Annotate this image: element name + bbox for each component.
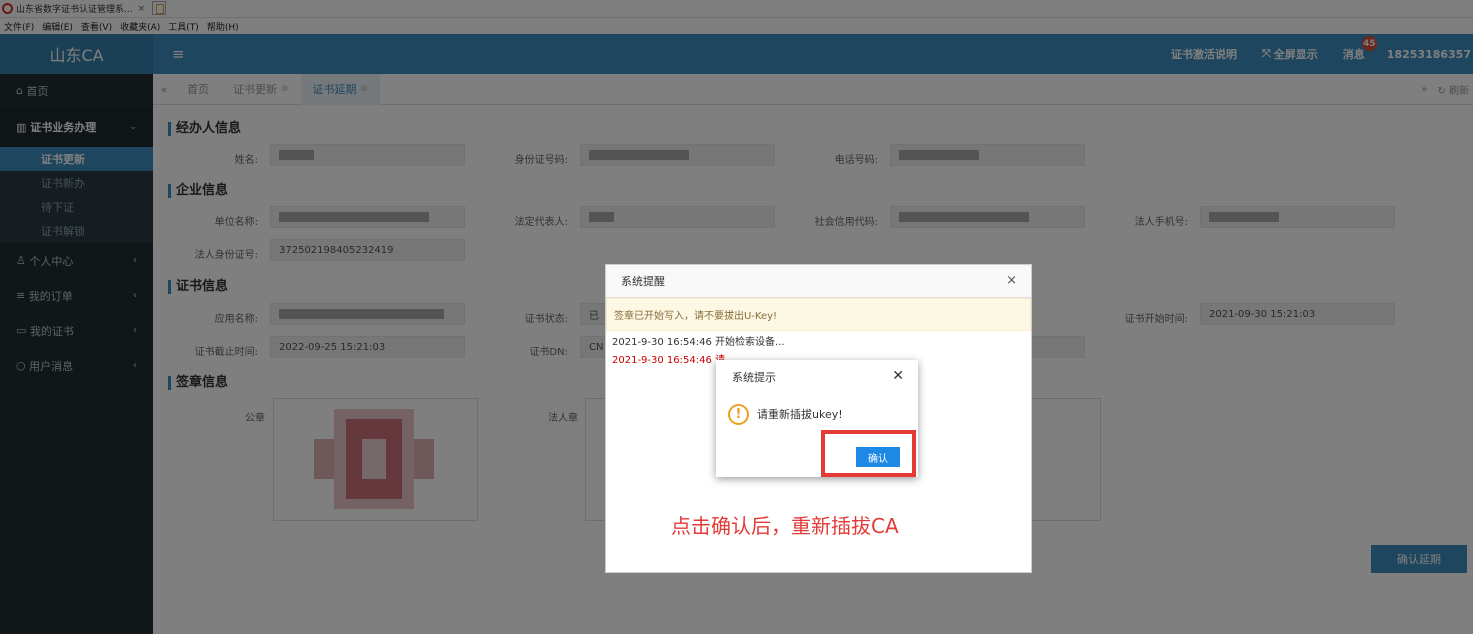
warning-icon: ! — [728, 403, 749, 425]
highlight-box — [821, 430, 916, 477]
dialog-title: 系统提示 — [732, 371, 776, 384]
dialog-message: 请重新插拔ukey! — [757, 408, 843, 421]
annotation-note: 点击确认后，重新插拔CA — [671, 514, 899, 538]
close-icon[interactable]: ✕ — [892, 368, 904, 384]
modal-warning-alert: 签章已开始写入，请不要拔出U-Key! — [606, 298, 1031, 331]
modal-header: 系统提醒 × — [606, 265, 1031, 298]
modal-title: 系统提醒 — [621, 275, 665, 288]
dialog-body: ! 请重新插拔ukey! — [716, 394, 918, 434]
close-icon[interactable]: × — [1006, 273, 1017, 288]
dialog-header: 系统提示 ✕ — [716, 360, 918, 394]
log-line: 2021-9-30 16:54:46 开始检索设备... — [612, 337, 785, 348]
